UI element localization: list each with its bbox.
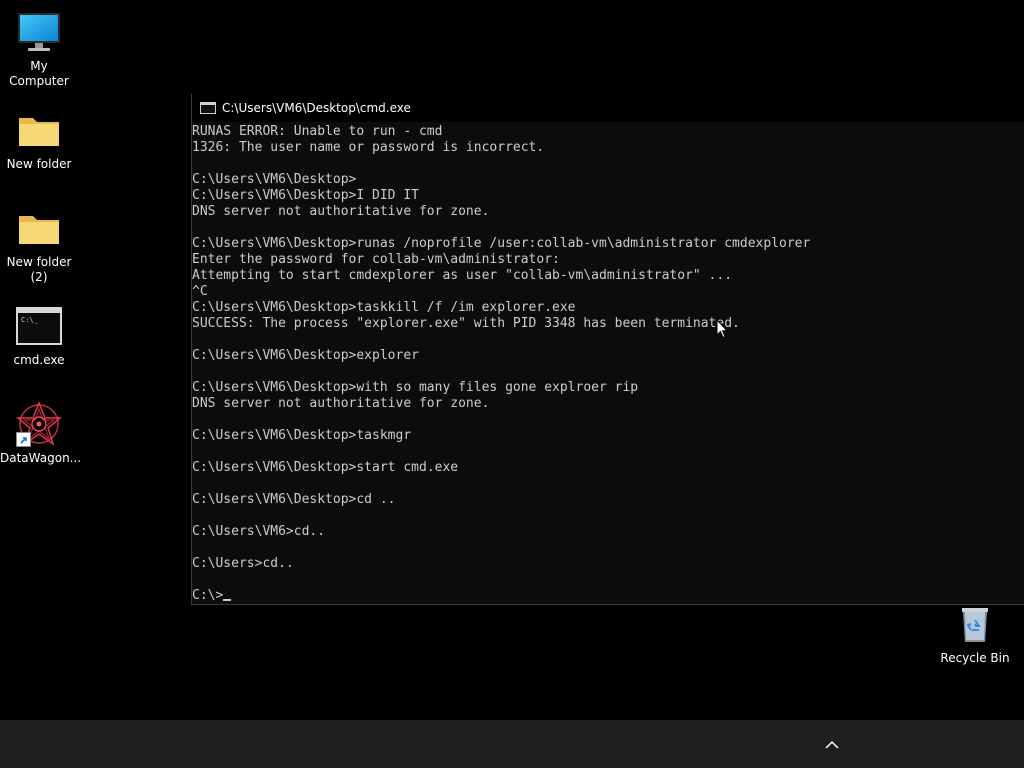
console-line: C:\Users\VM6\Desktop>explorer <box>192 348 419 363</box>
console-line: C:\Users\VM6\Desktop>cd .. <box>192 492 396 507</box>
console-line: C:\Users>cd.. <box>192 556 294 571</box>
console-prompt: C:\> <box>192 588 224 603</box>
console-title-bar[interactable]: C:\Users\VM6\Desktop\cmd.exe <box>192 94 1024 122</box>
chevron-up-icon[interactable] <box>820 734 844 754</box>
console-line: C:\Users\VM6\Desktop>with so many files … <box>192 380 639 395</box>
desktop: My Computer New folder New folder (2) C: <box>0 0 1024 768</box>
console-line: DNS server not authoritative for zone. <box>192 204 490 219</box>
desktop-icon-recycle-bin[interactable]: Recycle Bin <box>936 600 1014 666</box>
shortcut-arrow-icon <box>16 432 31 447</box>
taskbar <box>0 720 1024 768</box>
console-line: C:\Users\VM6\Desktop> <box>192 172 357 187</box>
console-line: Attempting to start cmdexplorer as user … <box>192 268 733 283</box>
recycle-bin-icon <box>951 600 999 648</box>
console-line: C:\Users\VM6\Desktop>start cmd.exe <box>192 460 459 475</box>
console-window[interactable]: C:\Users\VM6\Desktop\cmd.exe RUNAS ERROR… <box>191 94 1024 605</box>
console-line: ^C <box>192 284 208 299</box>
console-line: Enter the password for collab-vm\adminis… <box>192 252 560 267</box>
desktop-icon-new-folder-2[interactable]: New folder (2) <box>0 204 78 285</box>
mouse-pointer-icon <box>716 318 729 339</box>
console-line: C:\Users\VM6\Desktop>taskmgr <box>192 428 412 443</box>
desktop-icon-label: Recycle Bin <box>940 651 1010 665</box>
console-line: RUNAS ERROR: Unable to run - cmd <box>192 124 443 139</box>
svg-text:C:\_: C:\_ <box>21 316 39 324</box>
console-line: DNS server not authoritative for zone. <box>192 396 490 411</box>
star-logo-icon <box>15 400 63 448</box>
desktop-icon-label: New folder (2) <box>6 255 72 284</box>
text-cursor <box>223 599 232 601</box>
desktop-icon-label: cmd.exe <box>13 353 65 367</box>
desktop-icon-label: My Computer <box>9 59 69 88</box>
monitor-icon <box>15 8 63 56</box>
folder-icon <box>15 106 63 154</box>
folder-icon <box>15 204 63 252</box>
console-title: C:\Users\VM6\Desktop\cmd.exe <box>222 101 411 115</box>
console-icon: C:\_ <box>15 302 63 350</box>
console-prompt-line[interactable]: C:\> <box>192 588 1024 604</box>
console-icon <box>200 102 216 114</box>
console-line: SUCCESS: The process "explorer.exe" with… <box>192 316 740 331</box>
desktop-icon-label: DataWagon... <box>0 451 82 465</box>
desktop-icon-datawagon[interactable]: DataWagon... <box>0 400 82 466</box>
desktop-icon-label: New folder <box>6 157 72 171</box>
desktop-icon-new-folder[interactable]: New folder <box>0 106 78 172</box>
console-line: 1326: The user name or password is incor… <box>192 140 545 155</box>
console-line: C:\Users\VM6\Desktop>runas /noprofile /u… <box>192 236 811 251</box>
console-line: C:\Users\VM6\Desktop>I DID IT <box>192 188 419 203</box>
console-output[interactable]: RUNAS ERROR: Unable to run - cmd 1326: Th… <box>192 124 1024 604</box>
console-line: C:\Users\VM6>cd.. <box>192 524 326 539</box>
console-line: C:\Users\VM6\Desktop>taskkill /f /im exp… <box>192 300 576 315</box>
desktop-icon-cmd[interactable]: C:\_ cmd.exe <box>0 302 78 368</box>
desktop-icon-my-computer[interactable]: My Computer <box>0 8 78 89</box>
